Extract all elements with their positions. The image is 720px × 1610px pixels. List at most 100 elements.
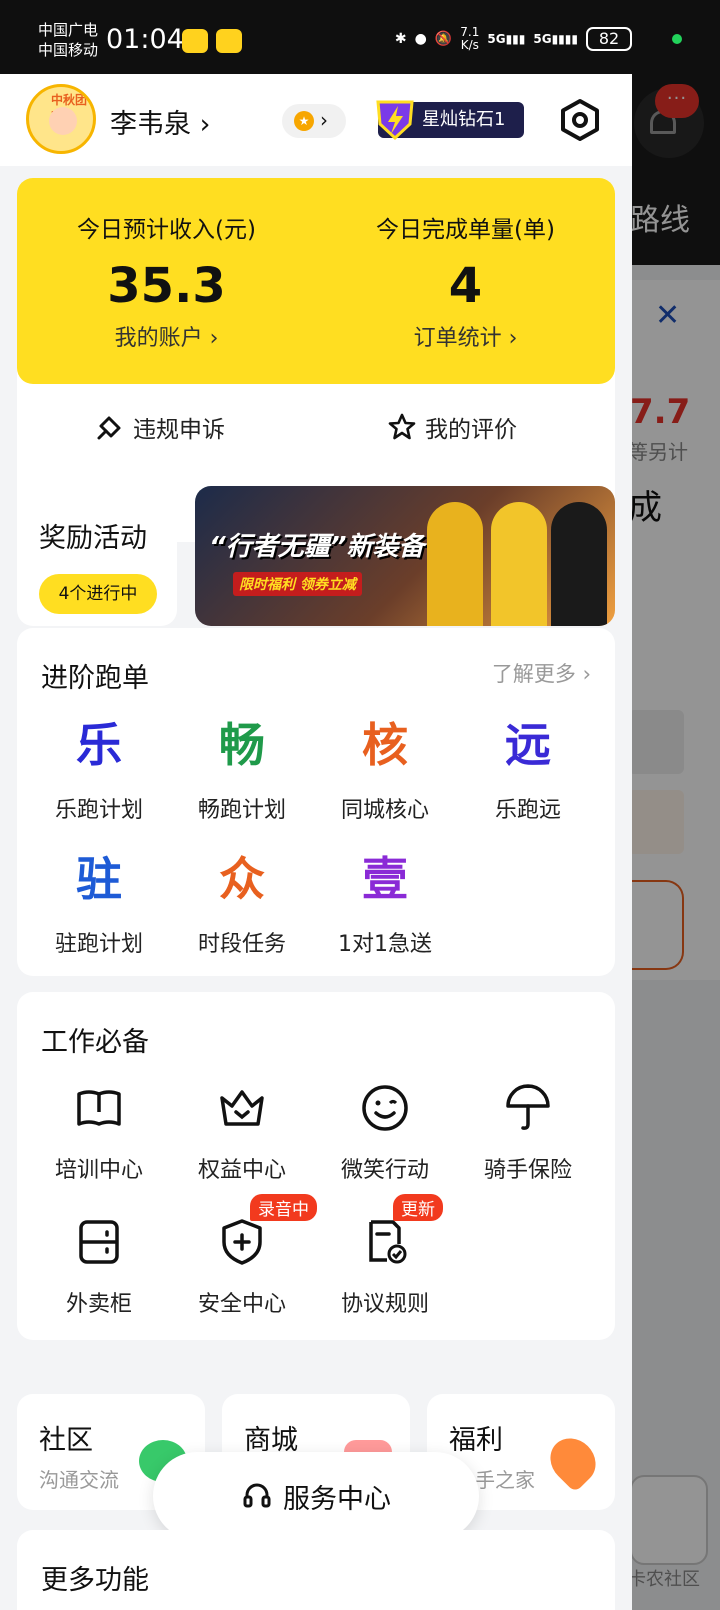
advanced-item-label: 乐跑计划 — [54, 798, 143, 823]
level-button[interactable]: ★ › — [282, 104, 346, 138]
reward-count-pill: 4个进行中 — [39, 574, 157, 614]
app-notification-icon — [216, 29, 242, 53]
banner-person — [551, 502, 607, 626]
advanced-item-glyph: 核 — [362, 718, 408, 772]
service-center-button[interactable]: 服务中心 — [153, 1452, 479, 1540]
settings-hexagon-icon[interactable] — [558, 98, 602, 142]
banner-tag: 限时福利 领券立减 — [233, 572, 362, 596]
tool-item-icon-wrap — [502, 1082, 554, 1134]
advanced-item[interactable]: 核同城核心 — [315, 716, 455, 824]
user-name[interactable]: 李韦泉 › — [110, 102, 210, 141]
advanced-item-glyph: 乐 — [76, 718, 122, 772]
advanced-item-label: 时段任务 — [197, 932, 286, 957]
smile-icon — [362, 1085, 408, 1131]
tool-item-label: 安全中心 — [197, 1292, 286, 1317]
document-check-icon — [369, 1220, 407, 1264]
tool-item[interactable]: 权益中心 — [172, 1082, 312, 1184]
tool-item[interactable]: 微笑行动 — [315, 1082, 455, 1184]
welfare-title: 福利 — [449, 1425, 503, 1456]
income-label: 今日预计收入(元) — [77, 217, 256, 243]
tool-item-icon-wrap: 更新 — [359, 1194, 443, 1268]
advanced-item-label: 同城核心 — [340, 798, 429, 823]
more-functions-card: 更多功能 — [17, 1530, 615, 1610]
tool-item-label: 微笑行动 — [340, 1158, 429, 1183]
reward-activity-card[interactable]: 奖励活动 4个进行中 — [17, 486, 177, 626]
appeal-label: 违规申诉 — [133, 417, 225, 443]
tool-item-icon-wrap — [73, 1216, 125, 1268]
carrier-1: 中国广电 — [38, 21, 99, 39]
income-actions: 违规申诉 我的评价 — [17, 384, 615, 466]
reward-title: 奖励活动 — [39, 523, 147, 554]
bluetooth-icon: ✱ — [394, 31, 407, 47]
tool-item[interactable]: 外卖柜 — [29, 1216, 169, 1318]
advanced-item-glyph: 畅 — [219, 718, 265, 772]
advanced-item[interactable]: 驻驻跑计划 — [29, 850, 169, 958]
carrier-2: 中国移动 — [38, 41, 99, 59]
service-center-label: 服务中心 — [283, 1483, 391, 1515]
chevron-right-icon: › — [320, 108, 328, 132]
gavel-icon — [97, 416, 121, 440]
orders-value: 4 — [448, 258, 483, 314]
community-sub: 沟通交流 — [39, 1468, 119, 1492]
signal-2: 5G▮▮▮▮ — [533, 32, 578, 46]
book-icon — [77, 1090, 121, 1126]
tool-item-label: 外卖柜 — [65, 1292, 132, 1317]
rank-label: 星灿钻石1 — [422, 109, 506, 130]
carrier-info: 中国广电 中国移动 — [38, 20, 98, 60]
lightning-shield-icon — [376, 100, 414, 141]
tool-item[interactable]: 录音中安全中心 — [172, 1194, 317, 1318]
orders-label: 今日完成单量(单) — [376, 217, 555, 243]
more-functions-title: 更多功能 — [41, 1565, 149, 1596]
tool-item-icon-wrap — [73, 1082, 125, 1134]
tool-item-icon-wrap — [216, 1082, 268, 1134]
tool-item-icon-wrap: 录音中 — [216, 1194, 317, 1268]
appeal-button[interactable]: 违规申诉 — [95, 410, 225, 444]
advanced-item[interactable]: 远乐跑远 — [458, 716, 598, 824]
advanced-title: 进阶跑单 — [41, 663, 149, 694]
shield-icon — [222, 1219, 262, 1265]
net-speed: 7.1 K/s — [460, 25, 480, 52]
battery-indicator: 82 — [586, 27, 632, 51]
advanced-item[interactable]: 众时段任务 — [172, 850, 312, 958]
advanced-item[interactable]: 壹 1对1急送 — [315, 850, 455, 958]
location-icon: ● — [414, 31, 427, 47]
tool-item-tag: 更新 — [393, 1194, 443, 1221]
crown-icon — [220, 1090, 264, 1126]
avatar-face — [49, 107, 77, 135]
banner-title: “行者无疆”新装备 — [209, 532, 425, 562]
advanced-item-glyph: 壹 — [362, 852, 408, 906]
orders-stat: 今日完成单量(单) 4 订单统计 › — [316, 210, 615, 352]
tool-item[interactable]: 骑手保险 — [458, 1082, 598, 1184]
star-outline-icon — [388, 413, 416, 440]
tool-item-label: 骑手保险 — [483, 1158, 572, 1183]
status-time: 01:04 — [106, 24, 184, 55]
side-drawer: 中秋团圆 李韦泉 › ★ › 星灿钻石1 今日预计收入(元) 35.3 我的账户… — [0, 74, 632, 1610]
rank-badge[interactable]: 星灿钻石1 — [376, 100, 524, 141]
status-bar: 中国广电 中国移动 01:04 ✱ ● 🔕 7.1 K/s 5G▮▮▮ 5G▮▮… — [0, 0, 632, 74]
banner-person — [491, 502, 547, 626]
tool-item[interactable]: 更新协议规则 — [315, 1194, 455, 1318]
advanced-item[interactable]: 畅畅跑计划 — [172, 716, 312, 824]
tool-item-label: 协议规则 — [340, 1292, 429, 1317]
learn-more-link[interactable]: 了解更多 › — [492, 658, 591, 688]
order-stats-link[interactable]: 订单统计 › — [316, 320, 615, 352]
promo-banner[interactable]: “行者无疆”新装备 限时福利 领券立减 — [195, 486, 615, 626]
tool-item-tag: 录音中 — [250, 1194, 317, 1221]
profile-header: 中秋团圆 李韦泉 › ★ › 星灿钻石1 — [0, 74, 632, 166]
tool-item[interactable]: 培训中心 — [29, 1082, 169, 1184]
status-right: ✱ ● 🔕 7.1 K/s 5G▮▮▮ 5G▮▮▮▮ 82 — [395, 26, 632, 52]
umbrella-icon — [506, 1084, 550, 1130]
advanced-item[interactable]: 乐乐跑计划 — [29, 716, 169, 824]
advanced-section: 进阶跑单 了解更多 › 乐乐跑计划畅畅跑计划核同城核心远乐跑远驻驻跑计划众时段任… — [17, 628, 615, 976]
star-icon: ★ — [294, 111, 314, 131]
advanced-item-glyph: 众 — [219, 852, 265, 906]
my-account-link[interactable]: 我的账户 › — [17, 320, 316, 352]
advanced-item-glyph: 驻 — [76, 852, 122, 906]
reviews-button[interactable]: 我的评价 — [387, 410, 517, 444]
tools-title: 工作必备 — [41, 1027, 149, 1058]
income-summary: 今日预计收入(元) 35.3 我的账户 › 今日完成单量(单) 4 订单统计 › — [17, 178, 615, 384]
tool-item-label: 权益中心 — [197, 1158, 286, 1183]
avatar[interactable]: 中秋团圆 — [26, 84, 96, 154]
privacy-indicator-dot — [672, 34, 682, 44]
income-value: 35.3 — [107, 258, 226, 314]
